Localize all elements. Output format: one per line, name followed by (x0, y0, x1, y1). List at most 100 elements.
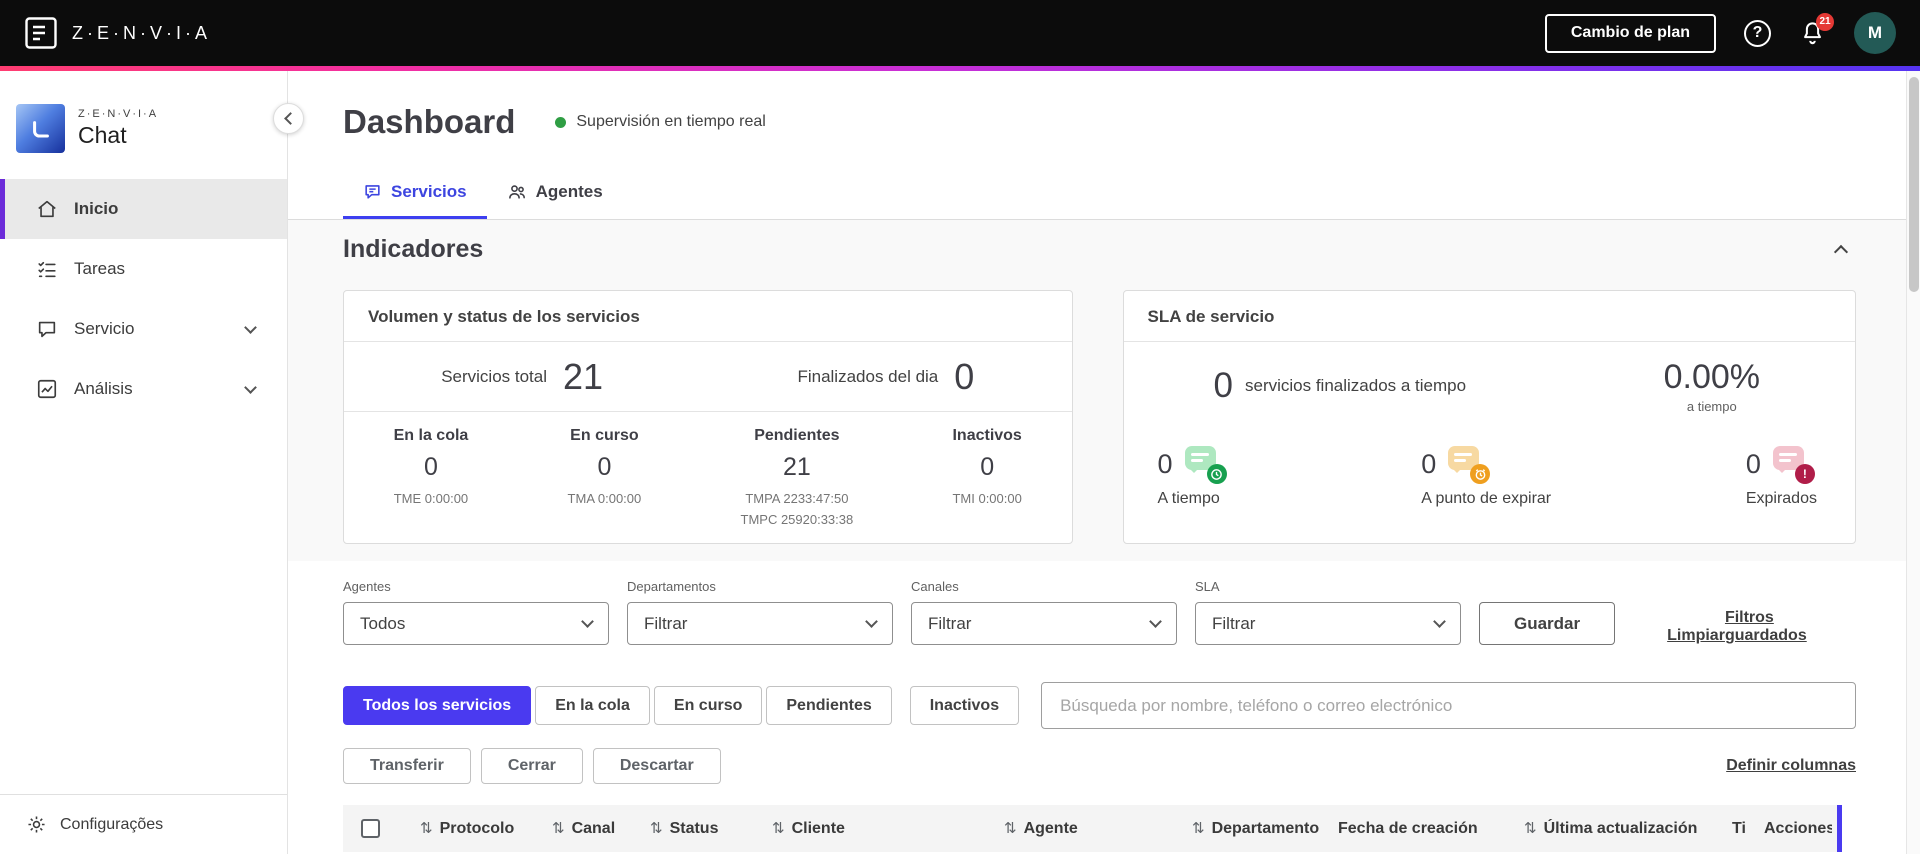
clear-filters-link[interactable]: Limpiar (1667, 627, 1725, 645)
tabbar: Servicios Agentes (288, 167, 1906, 220)
sidebar-footer-label: Configurações (60, 815, 164, 833)
status-dot-icon (555, 116, 567, 128)
sidebar-logo: Z·E·N·V·I·A Chat (0, 71, 287, 153)
sort-icon[interactable] (1192, 819, 1205, 838)
saved-filters-link[interactable]: Filtros guardados (1725, 609, 1856, 645)
agentes-select[interactable]: Todos (343, 602, 609, 645)
column-protocolo[interactable]: Protocolo (420, 819, 552, 838)
stat-inactivos: Inactivos 0 TMI 0:00:00 (952, 427, 1022, 506)
sort-icon[interactable] (1004, 819, 1017, 838)
pill-todos-los-servicios[interactable]: Todos los servicios (343, 686, 532, 725)
finished-today-value: 0 (954, 355, 975, 397)
departamentos-select[interactable]: Filtrar (627, 602, 893, 645)
define-columns-link[interactable]: Definir columnas (1726, 757, 1856, 775)
topbar-brand: Z·E·N·V·I·A (24, 16, 211, 50)
chevron-down-icon (1149, 615, 1162, 628)
indicators-title: Indicadores (343, 235, 484, 263)
sidebar-item-label: Análisis (74, 379, 133, 398)
chart-icon (36, 378, 58, 400)
stat-pendientes: Pendientes 21 TMPA 2233:47:50 TMPC 25920… (740, 427, 854, 527)
column-cliente[interactable]: Cliente (772, 819, 1004, 838)
table-accent-bar (1837, 805, 1842, 852)
sort-icon[interactable] (1524, 819, 1537, 838)
canales-select[interactable]: Filtrar (911, 602, 1177, 645)
chat-icon (36, 318, 58, 340)
chevron-up-icon (1833, 244, 1849, 259)
tab-agentes[interactable]: Agentes (487, 167, 623, 219)
transfer-button[interactable]: Transferir (343, 748, 471, 784)
tab-label: Agentes (535, 181, 603, 201)
avatar[interactable]: M (1854, 12, 1896, 54)
stat-en-la-cola: En la cola 0 TME 0:00:00 (393, 427, 469, 506)
main-content: Dashboard Supervisión en tiempo real Ser… (288, 71, 1906, 854)
sidebar-item-label: Servicio (74, 319, 135, 338)
save-filters-button[interactable]: Guardar (1479, 602, 1616, 645)
sidebar-item-analisis[interactable]: Análisis (0, 359, 287, 419)
zenvia-chat-logo-icon (16, 104, 65, 153)
pill-en-la-cola[interactable]: En la cola (535, 686, 650, 725)
column-status[interactable]: Status (650, 819, 772, 838)
change-plan-button[interactable]: Cambio de plan (1544, 13, 1716, 53)
filter-sla: SLA Filtrar (1195, 579, 1461, 645)
pill-pendientes[interactable]: Pendientes (766, 686, 892, 725)
column-canal[interactable]: Canal (552, 819, 650, 838)
brand-text: Z·E·N·V·I·A (72, 22, 211, 43)
sort-icon[interactable] (420, 819, 433, 838)
page-title: Dashboard (343, 103, 516, 140)
zenvia-logo-icon (24, 16, 58, 50)
people-icon (507, 182, 527, 202)
total-services-value: 21 (563, 355, 604, 397)
search-input[interactable] (1041, 682, 1856, 729)
sidebar-item-servicio[interactable]: Servicio (0, 299, 287, 359)
table-header-row: Protocolo Canal Status Cliente (343, 805, 1842, 852)
sla-finished-value: 0 (1213, 366, 1233, 405)
sla-select[interactable]: Filtrar (1195, 602, 1461, 645)
column-ultima-actualizacion[interactable]: Última actualización (1524, 819, 1732, 838)
sla-card: SLA de servicio 0 servicios finalizados … (1122, 290, 1856, 544)
volume-card-title: Volumen y status de los servicios (344, 291, 1072, 342)
page-header: Dashboard Supervisión en tiempo real (288, 71, 1906, 141)
sidebar-item-label: Inicio (74, 199, 119, 218)
sla-percent-value: 0.00% (1663, 358, 1760, 396)
sort-icon[interactable] (552, 819, 565, 838)
volume-totals: Servicios total 21 Finalizados del dia 0 (344, 342, 1072, 412)
sidebar-item-configuracoes[interactable]: Configurações (0, 794, 287, 854)
column-departamento[interactable]: Departamento (1192, 819, 1338, 838)
sidebar-collapse-button[interactable] (273, 103, 304, 134)
pill-en-curso[interactable]: En curso (653, 686, 763, 725)
sidebar: Z·E·N·V·I·A Chat Inicio Tareas Servicio … (0, 71, 288, 854)
sla-item-a-punto-de-expirar: 0 A punto de expirar (1421, 446, 1551, 508)
topbar: Z·E·N·V·I·A Cambio de plan 21 M (0, 0, 1920, 66)
service-filter-row: Todos los servicios En la cola En curso … (288, 645, 1906, 729)
tab-servicios[interactable]: Servicios (343, 167, 487, 219)
indicators-section: Indicadores Volumen y status de los serv… (288, 220, 1906, 561)
column-fecha-creacion: Fecha de creación (1338, 819, 1478, 837)
chevron-left-icon (283, 112, 297, 125)
chevron-down-icon (244, 380, 257, 394)
scrollbar-thumb[interactable] (1909, 77, 1919, 292)
sidebar-item-inicio[interactable]: Inicio (0, 179, 287, 239)
tasks-icon (36, 258, 58, 280)
close-button[interactable]: Cerrar (480, 748, 583, 784)
notification-badge: 21 (1816, 12, 1834, 31)
notifications-button[interactable]: 21 (1799, 12, 1834, 47)
collapse-section-button[interactable] (1826, 234, 1856, 264)
column-agente[interactable]: Agente (1004, 819, 1192, 838)
page-scrollbar[interactable] (1906, 71, 1920, 854)
column-tiempo: Ti (1732, 819, 1746, 837)
sort-icon[interactable] (772, 819, 785, 838)
chat-expiring-icon (1448, 446, 1491, 484)
volume-stats: En la cola 0 TME 0:00:00 En curso 0 TMA … (344, 412, 1072, 528)
sort-icon[interactable] (650, 819, 663, 838)
pill-inactivos[interactable]: Inactivos (909, 686, 1020, 725)
chevron-down-icon (1433, 615, 1446, 628)
chevron-down-icon (865, 615, 878, 628)
sla-percent: 0.00% a tiempo (1663, 358, 1760, 414)
discard-button[interactable]: Descartar (592, 748, 721, 784)
column-acciones: Acciones (1764, 819, 1832, 837)
sidebar-menu: Inicio Tareas Servicio Análisis (0, 179, 287, 419)
sidebar-item-tareas[interactable]: Tareas (0, 239, 287, 299)
help-icon[interactable] (1744, 19, 1771, 47)
select-all-checkbox[interactable] (361, 819, 380, 838)
sla-item-expirados: 0 ! Expirados (1746, 446, 1817, 508)
